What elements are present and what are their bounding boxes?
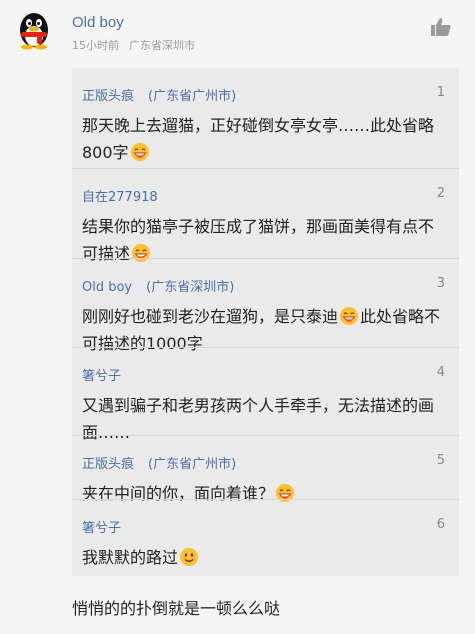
reply-number: 3	[436, 276, 445, 291]
reply-number: 4	[436, 365, 445, 380]
reply-header: 箸兮子	[82, 365, 121, 384]
reply-author[interactable]: 箸兮子	[82, 369, 121, 384]
reply-item: 箸兮子 6 我默默的路过	[72, 500, 459, 576]
reply-header: 正版头痕 (广东省广州市)	[82, 453, 236, 472]
comment-text: 悄悄的的扑倒就是一顿么么哒	[72, 599, 281, 618]
reply-author[interactable]: Old boy	[82, 280, 132, 295]
reply-header: 正版头痕 (广东省广州市)	[82, 85, 236, 104]
reply-text: 我默默的路过	[82, 544, 442, 571]
reply-item: Old boy (广东省深圳市) 3 刚刚好也碰到老沙在遛狗，是只泰迪 此处省略不可…	[72, 259, 459, 353]
reply-item: 自在277918 2 结果你的猫亭子被压成了猫饼，那画面美得有点不可描述	[72, 169, 459, 263]
reply-number: 1	[436, 85, 445, 100]
reply-author[interactable]: 正版头痕	[82, 457, 134, 472]
reply-header: 自在277918	[82, 186, 158, 205]
reply-location: (广东省广州市)	[148, 457, 237, 472]
post-username[interactable]: Old boy	[72, 14, 124, 31]
post-meta: 15小时前 广东省深圳市	[72, 37, 195, 53]
reply-item: 正版头痕 (广东省广州市) 1 那天晚上去遛猫，正好碰倒女亭女亭……此处省略800…	[72, 68, 459, 168]
laughing-face-icon	[130, 143, 149, 161]
reply-item: 箸兮子 4 又遇到骗子和老男孩两个人手牵手，无法描述的画面……	[72, 348, 459, 442]
post-time: 15小时前	[72, 39, 119, 52]
reply-author[interactable]: 箸兮子	[82, 521, 121, 536]
reply-number: 2	[436, 186, 445, 201]
laughing-face-icon	[340, 307, 359, 325]
reply-number: 5	[436, 453, 445, 468]
replies-panel: 正版头痕 (广东省广州市) 1 那天晚上去遛猫，正好碰倒女亭女亭……此处省略800…	[72, 68, 459, 576]
reply-item: 正版头痕 (广东省广州市) 5 夹在中间的你，面向着谁？	[72, 436, 459, 503]
reply-text: 那天晚上去遛猫，正好碰倒女亭女亭……此处省略800字	[82, 116, 435, 162]
reply-number: 6	[436, 517, 445, 532]
smiling-face-icon	[180, 548, 199, 566]
qq-penguin-avatar[interactable]	[16, 10, 52, 50]
reply-author[interactable]: 正版头痕	[82, 89, 134, 104]
reply-header: 箸兮子	[82, 517, 121, 536]
reply-header: Old boy (广东省深圳市)	[82, 276, 234, 295]
thumbs-up-icon[interactable]	[431, 18, 451, 36]
reply-location: (广东省广州市)	[148, 89, 237, 104]
reply-author[interactable]: 自在277918	[82, 190, 158, 205]
reply-location: (广东省深圳市)	[146, 280, 235, 295]
post-location: 广东省深圳市	[129, 39, 195, 52]
